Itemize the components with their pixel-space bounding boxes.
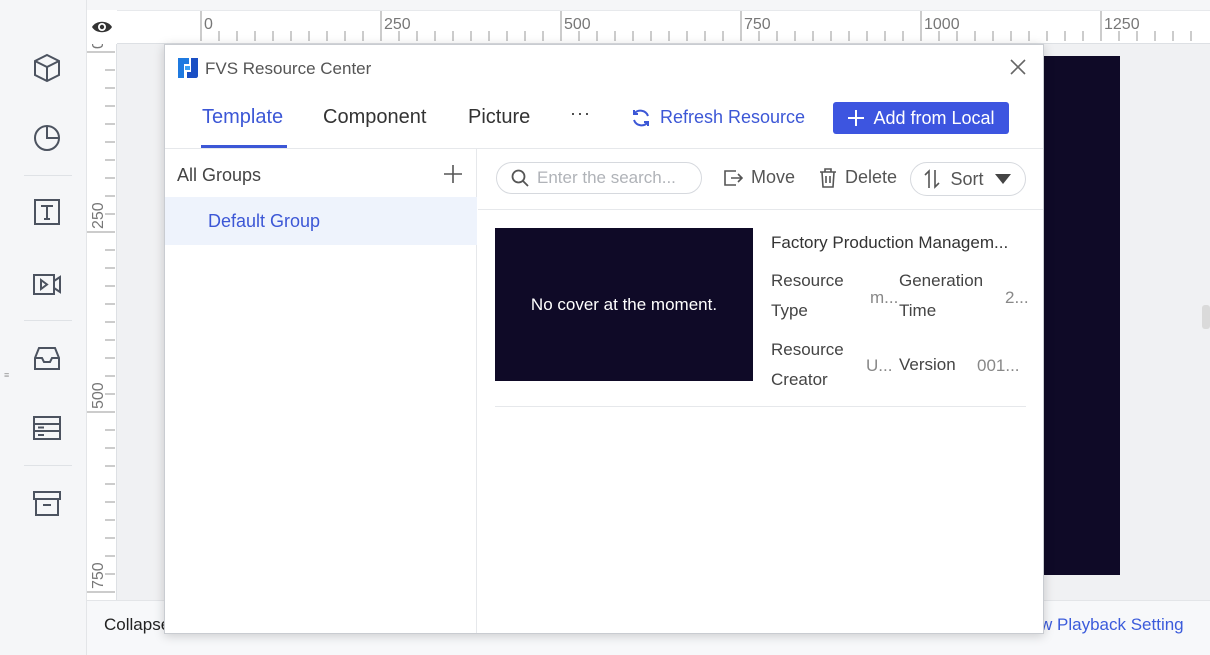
sidebar-divider — [24, 465, 72, 466]
card-divider — [495, 406, 1026, 407]
resource-name[interactable]: Factory Production Managem... — [771, 233, 1027, 253]
ruler-tick-label: 250 — [384, 16, 411, 33]
ruler-tick-label: 500 — [90, 382, 107, 409]
label-line: Time — [899, 301, 937, 320]
resource-type-value: m... — [870, 288, 899, 307]
eye-icon — [92, 21, 112, 33]
ruler-tick-label: 750 — [744, 16, 771, 33]
add-from-local-label: Add from Local — [873, 107, 995, 128]
resize-grip-icon[interactable]: ≡ — [4, 370, 9, 380]
sidebar-divider — [24, 320, 72, 321]
sort-label: Sort — [950, 168, 984, 189]
group-item-label: Default Group — [208, 211, 321, 231]
resource-type-label: Resource Type — [771, 266, 844, 326]
ruler-tick-label: 0 — [204, 16, 213, 33]
video-icon[interactable] — [30, 267, 64, 301]
pie-chart-icon[interactable] — [30, 120, 64, 154]
canvas-screen-preview — [1043, 56, 1120, 575]
fvs-logo-icon — [178, 58, 198, 78]
ruler-tick-label: 500 — [564, 16, 591, 33]
refresh-resource-button[interactable]: Refresh Resource — [630, 107, 805, 128]
ruler-tick-label: 1000 — [924, 16, 960, 33]
refresh-icon — [633, 109, 649, 126]
label-line: Creator — [771, 370, 828, 389]
ruler-tick-label: 250 — [90, 202, 107, 229]
cover-placeholder-text: No cover at the moment. — [530, 294, 718, 314]
group-panel: All Groups Default Group — [165, 149, 477, 633]
search-icon — [511, 169, 529, 187]
text-box-icon[interactable] — [30, 195, 64, 229]
vertical-scrollbar[interactable] — [1202, 305, 1210, 329]
add-group-icon[interactable] — [443, 164, 463, 184]
resource-center-dialog: FVS Resource Center Template Component P… — [164, 44, 1044, 634]
more-tabs-button[interactable]: ··· — [570, 103, 591, 124]
resource-creator-label: Resource Creator — [771, 335, 844, 395]
archive-icon[interactable] — [30, 486, 64, 520]
group-item-default[interactable]: Default Group — [165, 197, 477, 245]
sort-button[interactable]: Sort — [910, 162, 1026, 196]
ruler-tick-label: 750 — [90, 562, 107, 589]
move-icon — [724, 169, 743, 186]
sidebar-divider — [24, 175, 72, 176]
all-groups-heading: All Groups — [177, 165, 262, 185]
delete-label: Delete — [845, 167, 898, 187]
version-label: Version — [899, 355, 956, 374]
refresh-resource-label: Refresh Resource — [660, 107, 806, 127]
caret-down-icon — [994, 174, 1011, 184]
close-icon[interactable] — [1008, 57, 1028, 77]
ruler-tick-label: 1250 — [1104, 16, 1140, 33]
playback-setting-link[interactable]: w Playback Setting — [1040, 615, 1184, 635]
move-button[interactable]: Move — [723, 167, 795, 188]
inbox-icon[interactable] — [30, 341, 64, 375]
resource-creator-value: U... — [866, 356, 893, 375]
collapse-button[interactable]: Collapse — [104, 615, 170, 635]
generation-time-value: 2... — [1005, 288, 1029, 307]
move-label: Move — [751, 167, 796, 187]
label-line: Resource — [771, 271, 844, 290]
version-value: 001... — [977, 356, 1020, 375]
cube-icon[interactable] — [30, 51, 64, 85]
search-box[interactable] — [496, 162, 702, 194]
label-line: Type — [771, 301, 808, 320]
add-from-local-button[interactable]: Add from Local — [833, 102, 1009, 134]
label-line: Generation — [899, 271, 984, 290]
delete-button[interactable]: Delete — [819, 167, 897, 188]
sort-icon — [924, 169, 941, 189]
tab-picture[interactable]: Picture — [468, 106, 530, 129]
tab-template[interactable]: Template — [202, 106, 283, 129]
top-ruler: 0 250 500 750 1000 1250 — [87, 10, 1210, 44]
label-line: Resource — [771, 340, 844, 359]
server-list-icon[interactable] — [30, 411, 64, 445]
toolbar-divider — [478, 209, 1043, 210]
left-sidebar: ≡ — [0, 0, 87, 655]
resource-cover[interactable]: No cover at the moment. — [495, 228, 753, 381]
visibility-toggle[interactable] — [87, 10, 117, 44]
tab-component[interactable]: Component — [323, 106, 426, 129]
ruler-tick-label: 0 — [90, 44, 107, 49]
search-input[interactable] — [537, 168, 687, 188]
dialog-title: FVS Resource Center — [205, 59, 372, 78]
trash-icon — [820, 167, 836, 188]
left-ruler: 0 250 500 750 — [87, 44, 117, 600]
plus-icon — [848, 110, 865, 126]
generation-time-label: Generation Time — [899, 266, 983, 326]
